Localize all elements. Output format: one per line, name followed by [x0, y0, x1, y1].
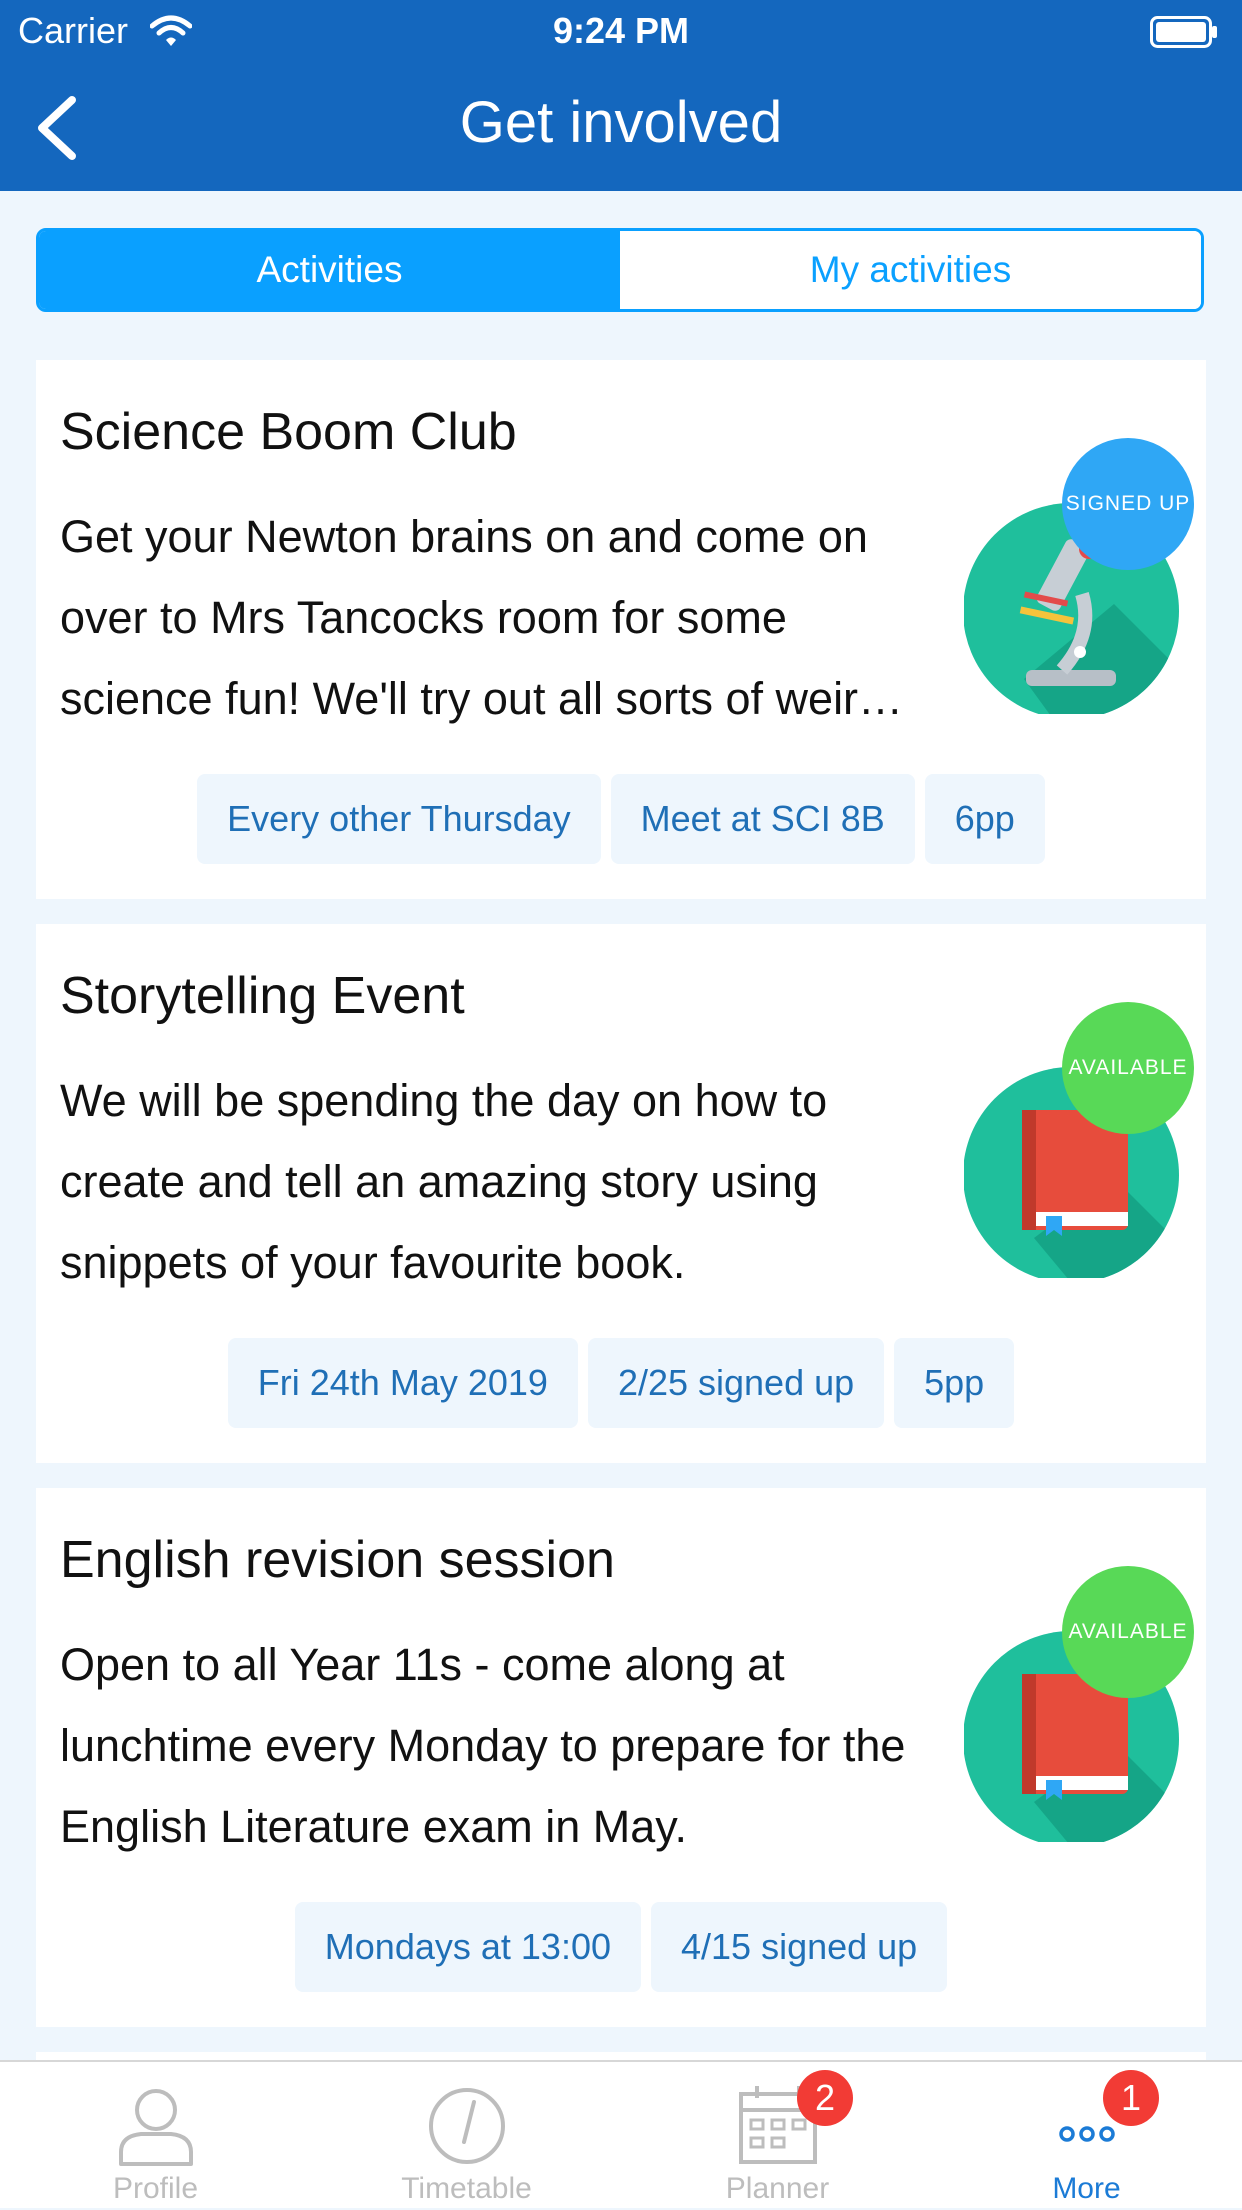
tag-chip: 5pp [894, 1338, 1015, 1428]
tab-more[interactable]: 1 More [931, 2062, 1242, 2210]
page-title: Get involved [459, 90, 783, 155]
status-badge: SIGNED UP [1062, 438, 1194, 570]
tag-chip: 6pp [924, 774, 1045, 864]
tab-label: More [1052, 2172, 1121, 2205]
status-time: 9:24 PM [552, 10, 690, 51]
tab-timetable[interactable]: Timetable [311, 2062, 622, 2210]
tab-label: Timetable [401, 2172, 532, 2205]
activity-card[interactable]: English revision session Open to all Yea… [36, 1488, 1206, 2027]
clock-icon [428, 2088, 505, 2164]
tag-chip: 2/25 signed up [587, 1338, 885, 1428]
battery-icon [1150, 16, 1217, 48]
status-badge: AVAILABLE [1062, 1002, 1194, 1134]
activity-tags: Every other Thursday Meet at SCI 8B 6pp [36, 774, 1206, 864]
segmented-control: Activities My activities [36, 228, 1204, 312]
tag-chip: Mondays at 13:00 [294, 1902, 641, 1992]
notification-badge: 1 [1103, 2070, 1159, 2126]
activity-description: Open to all Year 11s - come along at lun… [60, 1639, 906, 1852]
tag-chip: Fri 24th May 2019 [227, 1338, 578, 1428]
activity-description: We will be spending the day on how to cr… [60, 1075, 828, 1288]
tab-planner[interactable]: 2 Planner [622, 2062, 933, 2210]
tab-activities[interactable]: Activities [39, 231, 620, 309]
activity-title: English revision session [60, 1531, 615, 1589]
activity-card[interactable]: Storytelling Event We will be spending t… [36, 924, 1206, 1463]
activity-title: Storytelling Event [60, 967, 465, 1025]
tab-profile[interactable]: Profile [0, 2062, 311, 2210]
status-badge: AVAILABLE [1062, 1566, 1194, 1698]
activity-description: Get your Newton brains on and come on ov… [60, 511, 904, 724]
tab-my-activities[interactable]: My activities [620, 231, 1201, 309]
tag-chip: Meet at SCI 8B [610, 774, 915, 864]
tab-bar: Profile Timetable 2 Planner 1 More [0, 2060, 1242, 2208]
tag-chip: 4/15 signed up [651, 1902, 948, 1992]
tab-label: Planner [725, 2172, 830, 2205]
profile-icon [118, 2089, 193, 2166]
activity-card[interactable]: Science Boom Club Get your Newton brains… [36, 360, 1206, 899]
activity-tags: Mondays at 13:00 4/15 signed up [36, 1902, 1206, 1992]
activity-title: Science Boom Club [60, 403, 517, 461]
navigation-bar: Carrier 9:24 PM Get involved [0, 0, 1242, 191]
activity-tags: Fri 24th May 2019 2/25 signed up 5pp [36, 1338, 1206, 1428]
tag-chip: Every other Thursday [197, 774, 601, 864]
tab-label: Profile [112, 2172, 199, 2205]
notification-badge: 2 [797, 2070, 853, 2126]
